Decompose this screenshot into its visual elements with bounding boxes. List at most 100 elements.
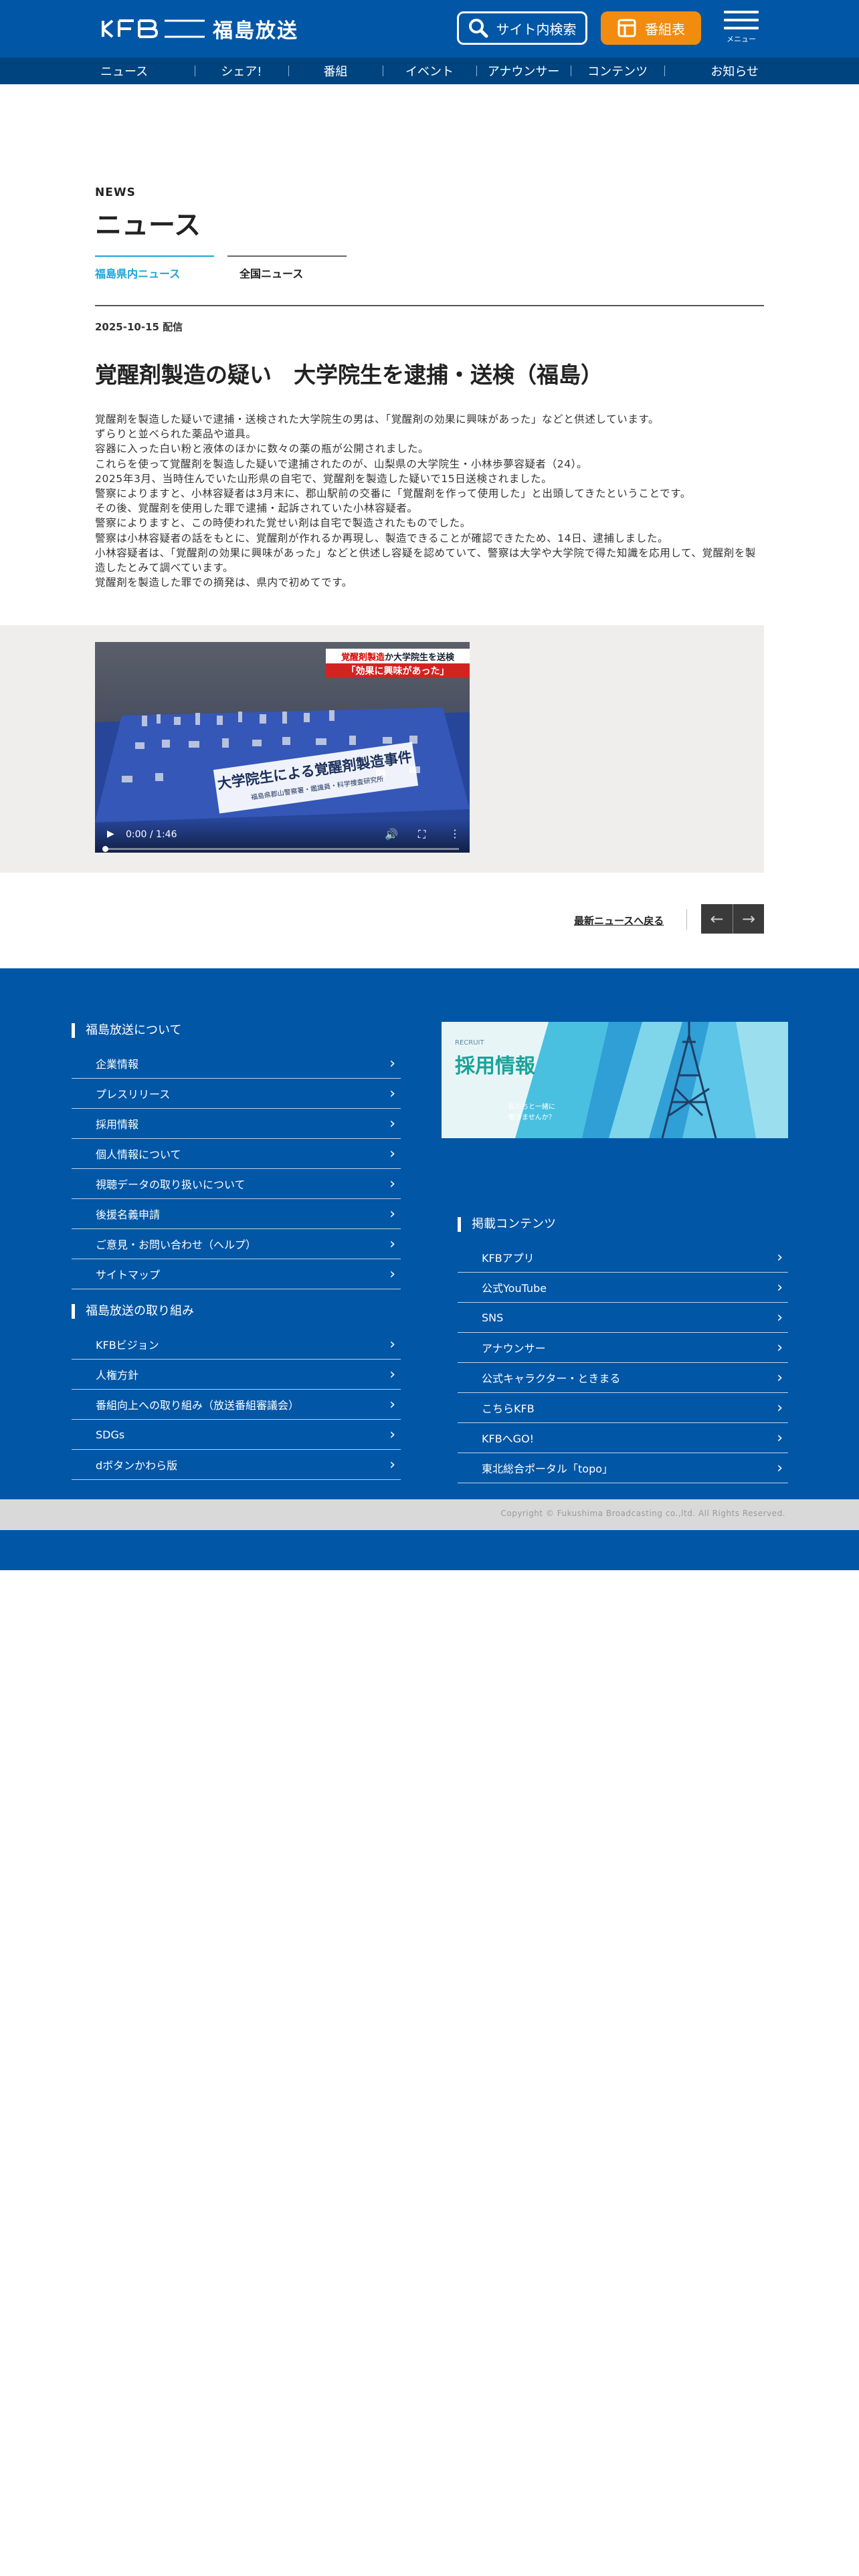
footer-heading-about: 福島放送について	[72, 1023, 181, 1038]
next-arrow-icon[interactable]: →	[733, 904, 764, 934]
footer-link[interactable]: 採用情報 ›	[72, 1109, 401, 1139]
svg-text:採用情報: 採用情報	[455, 1055, 536, 1078]
footer-link[interactable]: 個人情報について ›	[72, 1139, 401, 1169]
chevron-right-icon: ›	[389, 1205, 395, 1222]
chevron-right-icon: ›	[389, 1085, 395, 1102]
logo-text: 福島放送	[213, 19, 298, 43]
footer-link[interactable]: SNS ›	[458, 1303, 788, 1333]
footer-link[interactable]: 企業情報 ›	[72, 1049, 401, 1079]
footer-link[interactable]: 視聴データの取り扱いについて ›	[72, 1169, 401, 1199]
site-logo[interactable]: 福島放送	[100, 17, 312, 43]
chevron-right-icon: ›	[389, 1235, 395, 1253]
chevron-right-icon: ›	[389, 1145, 395, 1162]
footer-about-list: 企業情報 › プレスリリース › 採用情報 › 個人情報について › 視聴データの取り扱…	[72, 1049, 401, 1289]
video-progress-bar[interactable]	[102, 846, 459, 852]
more-options-icon[interactable]: ⋮	[450, 827, 460, 840]
article-paragraph: 警察は小林容疑者の話をもとに、覚醒剤が作れるか再現し、製造できることが確認できた…	[95, 532, 669, 544]
footer-link[interactable]: 公式YouTube ›	[458, 1273, 788, 1303]
page-title: ニュース	[95, 210, 201, 241]
video-tag-quote: 「効果に興味があった」	[326, 663, 470, 678]
chevron-right-icon: ›	[777, 1369, 783, 1386]
chevron-right-icon: ›	[777, 1339, 783, 1356]
program-table-icon	[617, 19, 636, 37]
chevron-right-icon: ›	[389, 1115, 395, 1132]
footer-link[interactable]: 番組向上への取り組み（放送番組審議会） ›	[72, 1390, 401, 1420]
footer-link[interactable]: dボタンかわら版 ›	[72, 1450, 401, 1480]
article-paragraph: 覚醒剤を製造した疑いで逮捕・送検された大学院生の男は、「覚醒剤の効果に興味があっ…	[95, 413, 660, 425]
section-eyebrow: NEWS	[95, 186, 136, 199]
svg-text:RECRUIT: RECRUIT	[455, 1039, 484, 1047]
svg-text:私たちと一緒に: 私たちと一緒に	[508, 1102, 555, 1111]
kfb-logo-icon	[102, 19, 205, 38]
footer-link[interactable]: 後援名義申請 ›	[72, 1199, 401, 1229]
tv-guide-button[interactable]: 番組表	[601, 11, 701, 45]
previous-arrow-icon[interactable]: ←	[701, 904, 733, 934]
site-search-button[interactable]: サイト内検索	[457, 11, 587, 45]
play-icon[interactable]: ▶	[107, 829, 114, 839]
nav-item-news[interactable]: ニュース	[100, 58, 195, 84]
progress-handle[interactable]	[102, 846, 108, 852]
nav-item-notices[interactable]: お知らせ	[664, 58, 759, 84]
menu-label: メニュー	[727, 35, 756, 43]
back-to-latest-news-link[interactable]: 最新ニュースへ戻る	[574, 914, 664, 928]
hamburger-icon	[724, 11, 759, 13]
footer-link[interactable]: 公式キャラクター・ときまる ›	[458, 1363, 788, 1393]
article-paragraph: 2025年3月、当時住んでいた山形県の自宅で、覚醒剤を製造した疑いで15日送検さ…	[95, 472, 553, 485]
footer-link[interactable]: KFBへGO! ›	[458, 1423, 788, 1453]
article-body: 覚醒剤を製造した疑いで逮捕・送検された大学院生の男は、「覚醒剤の効果に興味があっ…	[95, 412, 764, 590]
site-header: 福島放送 サイト内検索 番組表 メニュー	[0, 0, 859, 58]
footer-link[interactable]: KFBビジョン ›	[72, 1329, 401, 1360]
chevron-right-icon: ›	[389, 1426, 395, 1443]
pager-separator	[686, 909, 687, 930]
article-paragraph: ずらりと並べられた薬品や道具。	[95, 428, 257, 441]
chevron-right-icon: ›	[389, 1335, 395, 1353]
footer-link[interactable]: 東北総合ポータル「topo」 ›	[458, 1453, 788, 1483]
nav-item-events[interactable]: イベント	[382, 58, 477, 84]
footer-link[interactable]: プレスリリース ›	[72, 1079, 401, 1109]
nav-item-share[interactable]: シェア!	[194, 58, 289, 84]
global-nav: ニュース シェア! 番組 イベント アナウンサー コンテンツ お知らせ	[0, 58, 859, 84]
site-footer: 福島放送について 企業情報 › プレスリリース › 採用情報 › 個人情報について › …	[0, 968, 859, 1570]
footer-link[interactable]: ご意見・お問い合わせ（ヘルプ） ›	[72, 1229, 401, 1259]
chevron-right-icon: ›	[389, 1366, 395, 1383]
publish-date: 2025-10-15 配信	[95, 321, 183, 333]
chevron-right-icon: ›	[777, 1459, 783, 1477]
news-tabs: 福島県内ニュース 全国ニュース	[95, 255, 347, 289]
article-pager: ← →	[701, 904, 764, 934]
divider	[95, 305, 764, 306]
nav-item-announcers[interactable]: アナウンサー	[476, 58, 571, 84]
recruit-banner[interactable]: RECRUIT 採用情報 私たちと一緒に 働きませんか？	[442, 1022, 788, 1138]
footer-heading-efforts: 福島放送の取り組み	[72, 1304, 194, 1319]
article-paragraph: 小林容疑者は、「覚醒剤の効果に興味があった」などと供述し容疑を認めていて、警察は…	[95, 546, 756, 559]
footer-link[interactable]: サイトマップ ›	[72, 1259, 401, 1289]
search-icon	[468, 19, 488, 38]
footer-link[interactable]: 人権方針 ›	[72, 1360, 401, 1390]
tab-national-news[interactable]: 全国ニュース	[227, 255, 347, 289]
footer-link[interactable]: アナウンサー ›	[458, 1333, 788, 1363]
chevron-right-icon: ›	[389, 1456, 395, 1473]
article-headline: 覚醒剤製造の疑い 大学院生を逮捕・送検（福島）	[95, 362, 603, 388]
nav-item-programs[interactable]: 番組	[288, 58, 383, 84]
chevron-right-icon: ›	[777, 1399, 783, 1416]
tab-fukushima-news[interactable]: 福島県内ニュース	[95, 255, 214, 289]
footer-efforts-list: KFBビジョン › 人権方針 › 番組向上への取り組み（放送番組審議会） › SDGs…	[72, 1329, 401, 1480]
chevron-right-icon: ›	[389, 1396, 395, 1413]
footer-link[interactable]: こちらKFB ›	[458, 1393, 788, 1423]
article-paragraph: これらを使って覚醒剤を製造した疑いで逮捕されたのが、山梨県の大学院生・小林歩夢容…	[95, 457, 588, 470]
svg-text:働きませんか？: 働きませんか？	[508, 1113, 555, 1121]
footer-contents-list: KFBアプリ › 公式YouTube › SNS › アナウンサー › 公式キャラクター…	[458, 1243, 788, 1483]
article-paragraph: 警察によりますと、この時使われた覚せい剤は自宅で製造されたものでした。	[95, 517, 471, 530]
article-paragraph: 造したとみて調べています。	[95, 562, 234, 574]
news-video-player[interactable]: 覚醒剤製造 か大学院生を送検 「効果に興味があった」 大学院生による覚醒剤製造事件…	[95, 642, 470, 853]
footer-link[interactable]: SDGs ›	[72, 1420, 401, 1450]
copyright-text: Copyright © Fukushima Broadcasting co.,l…	[500, 1509, 785, 1518]
tv-guide-label: 番組表	[645, 21, 685, 37]
copyright-band: Copyright © Fukushima Broadcasting co.,l…	[0, 1499, 859, 1530]
hamburger-menu-button[interactable]: メニュー	[723, 9, 760, 48]
fullscreen-icon[interactable]: ⛶	[418, 828, 425, 841]
nav-item-contents[interactable]: コンテンツ	[570, 58, 665, 84]
footer-link[interactable]: KFBアプリ ›	[458, 1243, 788, 1273]
chevron-right-icon: ›	[389, 1175, 395, 1192]
volume-icon[interactable]: 🔊	[385, 828, 398, 841]
video-time: 0:00 / 1:46	[126, 829, 177, 840]
